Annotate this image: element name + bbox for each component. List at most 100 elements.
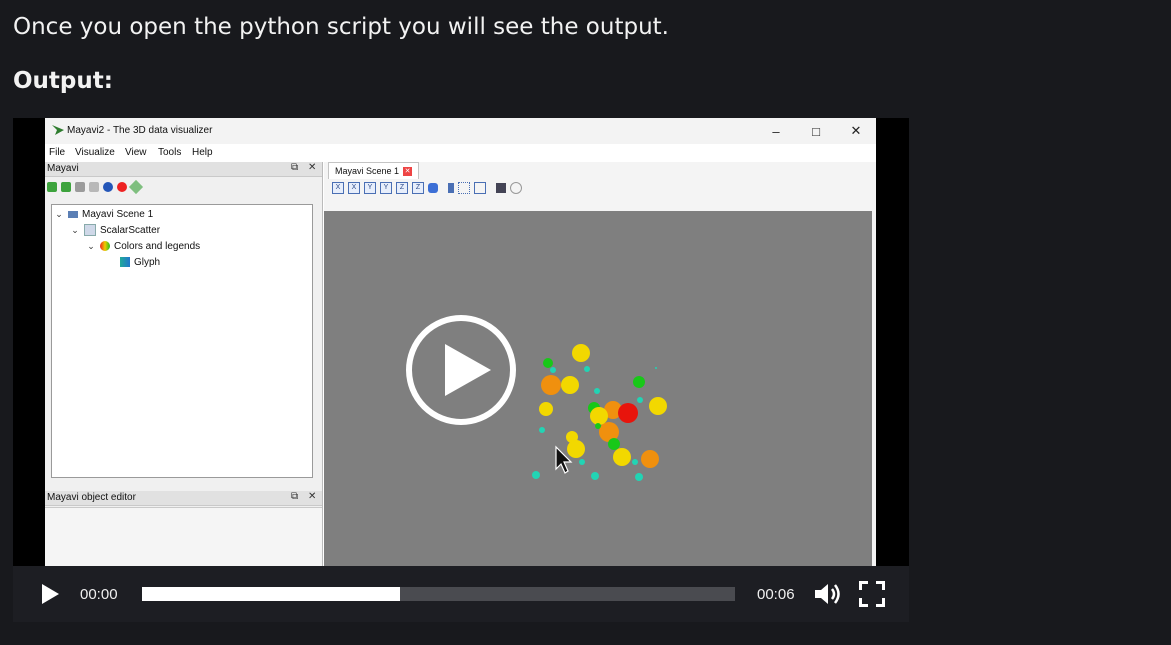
tree-item-glyph-label: Glyph xyxy=(134,256,161,268)
menu-visualize: Visualize xyxy=(75,147,115,158)
glyph-sphere xyxy=(594,388,600,394)
table-icon xyxy=(84,224,96,236)
play-button[interactable] xyxy=(35,579,65,609)
tree-item-scene: ⌄ Mayavi Scene 1 xyxy=(54,207,153,221)
add-scene-icon xyxy=(47,182,57,192)
glyph-sphere xyxy=(613,448,631,466)
mayavi-pane-title: Mayavi xyxy=(47,163,79,174)
fullscreen-icon xyxy=(859,581,885,607)
tree-item-module-manager-label: Colors and legends xyxy=(114,240,201,252)
glyph-sphere xyxy=(550,367,556,373)
window-title: Mayavi2 - The 3D data visualizer xyxy=(67,125,213,136)
chevron-down-icon: ⌄ xyxy=(71,224,79,235)
tab-mayavi-scene: Mayavi Scene 1 ✕ xyxy=(328,162,420,179)
fullscreen-button[interactable] xyxy=(857,579,887,609)
glyph-sphere xyxy=(637,397,643,403)
mayavi-pane-header: Mayavi ⧉ ✕ xyxy=(45,162,322,177)
object-editor xyxy=(45,507,322,566)
menu-file: File xyxy=(49,147,66,158)
volume-button[interactable] xyxy=(812,579,842,609)
record-icon xyxy=(117,182,127,192)
view-minus-x-icon: X xyxy=(348,182,360,194)
view-z-icon: Z xyxy=(396,182,408,194)
glyph-sphere xyxy=(608,438,620,450)
output-heading: Output: xyxy=(13,68,113,94)
close-icon: ✕ xyxy=(850,123,862,138)
intro-text: Once you open the python script you will… xyxy=(13,14,669,40)
tree-item-source-label: ScalarScatter xyxy=(100,224,161,236)
scene-toolbar: X X Y Y Z Z xyxy=(332,182,522,194)
menu-bar: File Visualize View Tools Help xyxy=(45,144,876,162)
clear-icon xyxy=(128,179,144,195)
glyph-icon xyxy=(120,257,130,267)
add-module-icon xyxy=(89,182,99,192)
glyph-sphere xyxy=(590,407,608,425)
duration: 00:06 xyxy=(757,586,795,603)
glyph-sphere xyxy=(579,459,585,465)
tree-item-module-manager: ⌄ Colors and legends xyxy=(86,239,200,253)
glyph-sphere xyxy=(543,358,553,368)
volume-icon xyxy=(815,584,840,604)
glyph-sphere xyxy=(591,472,599,480)
glyph-sphere xyxy=(539,427,545,433)
pane-close-icon: ✕ xyxy=(308,162,317,173)
big-play-icon[interactable] xyxy=(405,314,517,426)
help-icon xyxy=(103,182,113,192)
buffered-bar xyxy=(142,587,400,601)
view-minus-y-icon: Y xyxy=(380,182,392,194)
tree-item-source: ⌄ ScalarScatter xyxy=(70,223,160,237)
tree-item-glyph: Glyph xyxy=(120,255,160,269)
window-titlebar: Mayavi2 - The 3D data visualizer – □ ✕ xyxy=(45,118,876,144)
glyph-sphere xyxy=(632,459,638,465)
glyph-sphere xyxy=(633,376,645,388)
save-icon xyxy=(496,183,506,193)
editor-pane-title: Mayavi object editor xyxy=(47,492,136,503)
scene-icon xyxy=(68,210,78,218)
glyph-sphere xyxy=(541,375,561,395)
view-x-icon: X xyxy=(332,182,344,194)
tree-item-scene-label: Mayavi Scene 1 xyxy=(82,208,154,220)
menu-tools: Tools xyxy=(158,147,182,158)
glyph-sphere xyxy=(595,423,601,429)
glyph-sphere xyxy=(567,440,585,458)
glyph-sphere xyxy=(561,376,579,394)
current-time: 00:00 xyxy=(80,586,118,603)
glyph-sphere xyxy=(635,473,643,481)
menu-help: Help xyxy=(192,147,213,158)
view-minus-z-icon: Z xyxy=(412,182,424,194)
parallel-projection-icon xyxy=(448,183,454,193)
axes-icon xyxy=(458,182,470,194)
full-screen-scene-icon xyxy=(474,182,486,194)
play-icon xyxy=(42,584,59,604)
pipeline-toolbar xyxy=(47,179,144,195)
video-player[interactable]: Mayavi2 - The 3D data visualizer – □ ✕ F… xyxy=(13,118,909,622)
video-controls: 00:00 00:06 xyxy=(13,566,909,622)
seek-bar[interactable] xyxy=(142,587,735,601)
chevron-down-icon: ⌄ xyxy=(55,208,63,219)
glyph-sphere xyxy=(618,403,638,423)
left-pane: Mayavi ⧉ ✕ ⌄ Mayavi Scene 1 ⌄ ScalarScat… xyxy=(45,162,323,566)
glyph-sphere xyxy=(655,367,657,369)
tab-mayavi-scene-label: Mayavi Scene 1 xyxy=(335,166,400,176)
minimize-icon: – xyxy=(772,123,780,139)
restore-icon: ⧉ xyxy=(291,162,299,173)
view-y-icon: Y xyxy=(364,182,376,194)
add-filter-icon xyxy=(75,182,85,192)
add-source-icon xyxy=(61,182,71,192)
glyph-sphere xyxy=(572,344,590,362)
mayavi-logo-icon xyxy=(52,125,64,135)
configure-icon xyxy=(510,182,522,194)
isometric-icon xyxy=(428,183,438,193)
menu-view: View xyxy=(125,147,147,158)
chevron-down-icon: ⌄ xyxy=(87,240,95,251)
restore-icon: ⧉ xyxy=(291,491,299,502)
editor-pane-header: Mayavi object editor ⧉ ✕ xyxy=(45,491,322,506)
pane-close-icon: ✕ xyxy=(308,491,317,502)
glyph-sphere xyxy=(649,397,667,415)
glyph-sphere xyxy=(641,450,659,468)
glyph-sphere xyxy=(532,471,540,479)
pipeline-tree: ⌄ Mayavi Scene 1 ⌄ ScalarScatter ⌄ Color… xyxy=(51,204,313,478)
tab-close-icon: ✕ xyxy=(403,166,413,176)
glyph-sphere xyxy=(584,366,590,372)
colors-icon xyxy=(100,241,110,251)
